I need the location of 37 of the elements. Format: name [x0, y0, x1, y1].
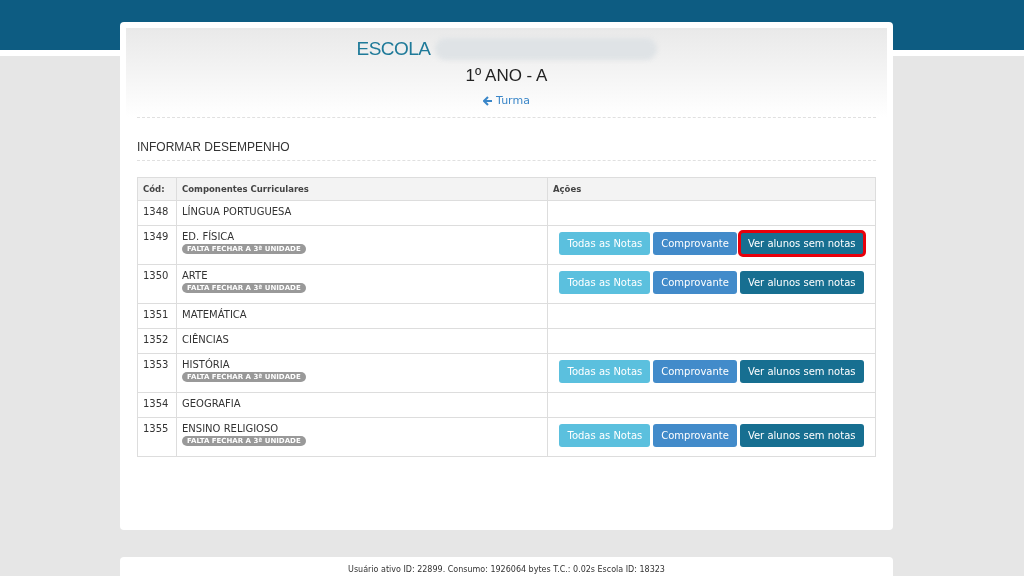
all-grades-button[interactable]: Todas as Notas [559, 232, 651, 255]
all-grades-button[interactable]: Todas as Notas [559, 360, 651, 383]
receipt-button[interactable]: Comprovante [653, 360, 737, 383]
component-name: LÍNGUA PORTUGUESA [182, 206, 293, 217]
receipt-button[interactable]: Comprovante [653, 424, 737, 447]
column-header: Ações [547, 177, 876, 201]
component-name: ENSINO RELIGIOSO [182, 423, 280, 434]
component-name: MATEMÁTICA [182, 309, 248, 320]
component-name: ED. FÍSICA [182, 231, 236, 242]
component-name: HISTÓRIA [182, 359, 231, 370]
all-grades-button[interactable]: Todas as Notas [559, 424, 651, 447]
component-name: GEOGRAFIA [182, 398, 242, 409]
back-link[interactable]: Turma [483, 94, 530, 107]
left-arrow-icon [483, 95, 494, 106]
code-cell: 1353 [143, 359, 169, 370]
code-cell: 1354 [143, 398, 169, 409]
column-header: Componentes Curriculares [176, 177, 548, 201]
code-cell: 1349 [143, 231, 169, 242]
footer-text: Usuário ativo ID: 22899. Consumo: 1926064 bytes T.C.: 0.02s Escola ID: 18323 [348, 565, 665, 576]
column-header: Cód: [137, 177, 177, 201]
receipt-button[interactable]: Comprovante [653, 232, 737, 255]
code-cell: 1350 [143, 270, 169, 281]
students-without-grades-button[interactable]: Ver alunos sem notas [739, 360, 864, 383]
students-without-grades-button[interactable]: Ver alunos sem notas [739, 271, 864, 294]
school-label: ESCOLA [356, 38, 431, 60]
component-name: CIÊNCIAS [182, 334, 230, 345]
students-without-grades-button[interactable]: Ver alunos sem notas [739, 424, 864, 447]
students-without-grades-button[interactable]: Ver alunos sem notas [739, 232, 864, 255]
code-cell: 1355 [143, 423, 169, 434]
receipt-button[interactable]: Comprovante [653, 271, 737, 294]
section-title: INFORMAR DESEMPENHO [137, 140, 291, 154]
all-grades-button[interactable]: Todas as Notas [559, 271, 651, 294]
code-cell: 1352 [143, 334, 169, 345]
code-cell: 1348 [143, 206, 169, 217]
code-cell: 1351 [143, 309, 169, 320]
component-name: ARTE [182, 270, 209, 281]
class-title: 1º ANO - A [465, 66, 548, 86]
